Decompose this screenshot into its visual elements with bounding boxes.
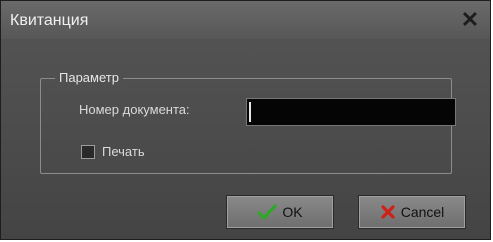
document-number-input[interactable]: [246, 98, 456, 126]
ok-button-label: OK: [282, 204, 303, 220]
checkmark-icon: [257, 204, 277, 220]
title-bar[interactable]: Квитанция ✕: [1, 1, 490, 39]
text-caret: [249, 102, 251, 122]
ok-button[interactable]: OK: [226, 195, 334, 229]
cancel-button[interactable]: Cancel: [358, 195, 466, 229]
close-button[interactable]: ✕: [459, 9, 481, 31]
cross-icon: [380, 204, 396, 220]
window-title: Квитанция: [10, 12, 89, 29]
document-number-label: Номер документа:: [79, 102, 190, 117]
print-checkbox-label[interactable]: Печать: [102, 144, 145, 159]
parameter-group: Параметр Номер документа: Печать: [40, 69, 456, 174]
receipt-dialog: Квитанция ✕ Параметр Номер документа: Пе…: [0, 0, 491, 240]
cancel-button-label: Cancel: [400, 204, 445, 220]
close-icon: ✕: [460, 7, 480, 32]
print-checkbox[interactable]: [81, 145, 95, 159]
group-legend: Параметр: [55, 69, 123, 87]
